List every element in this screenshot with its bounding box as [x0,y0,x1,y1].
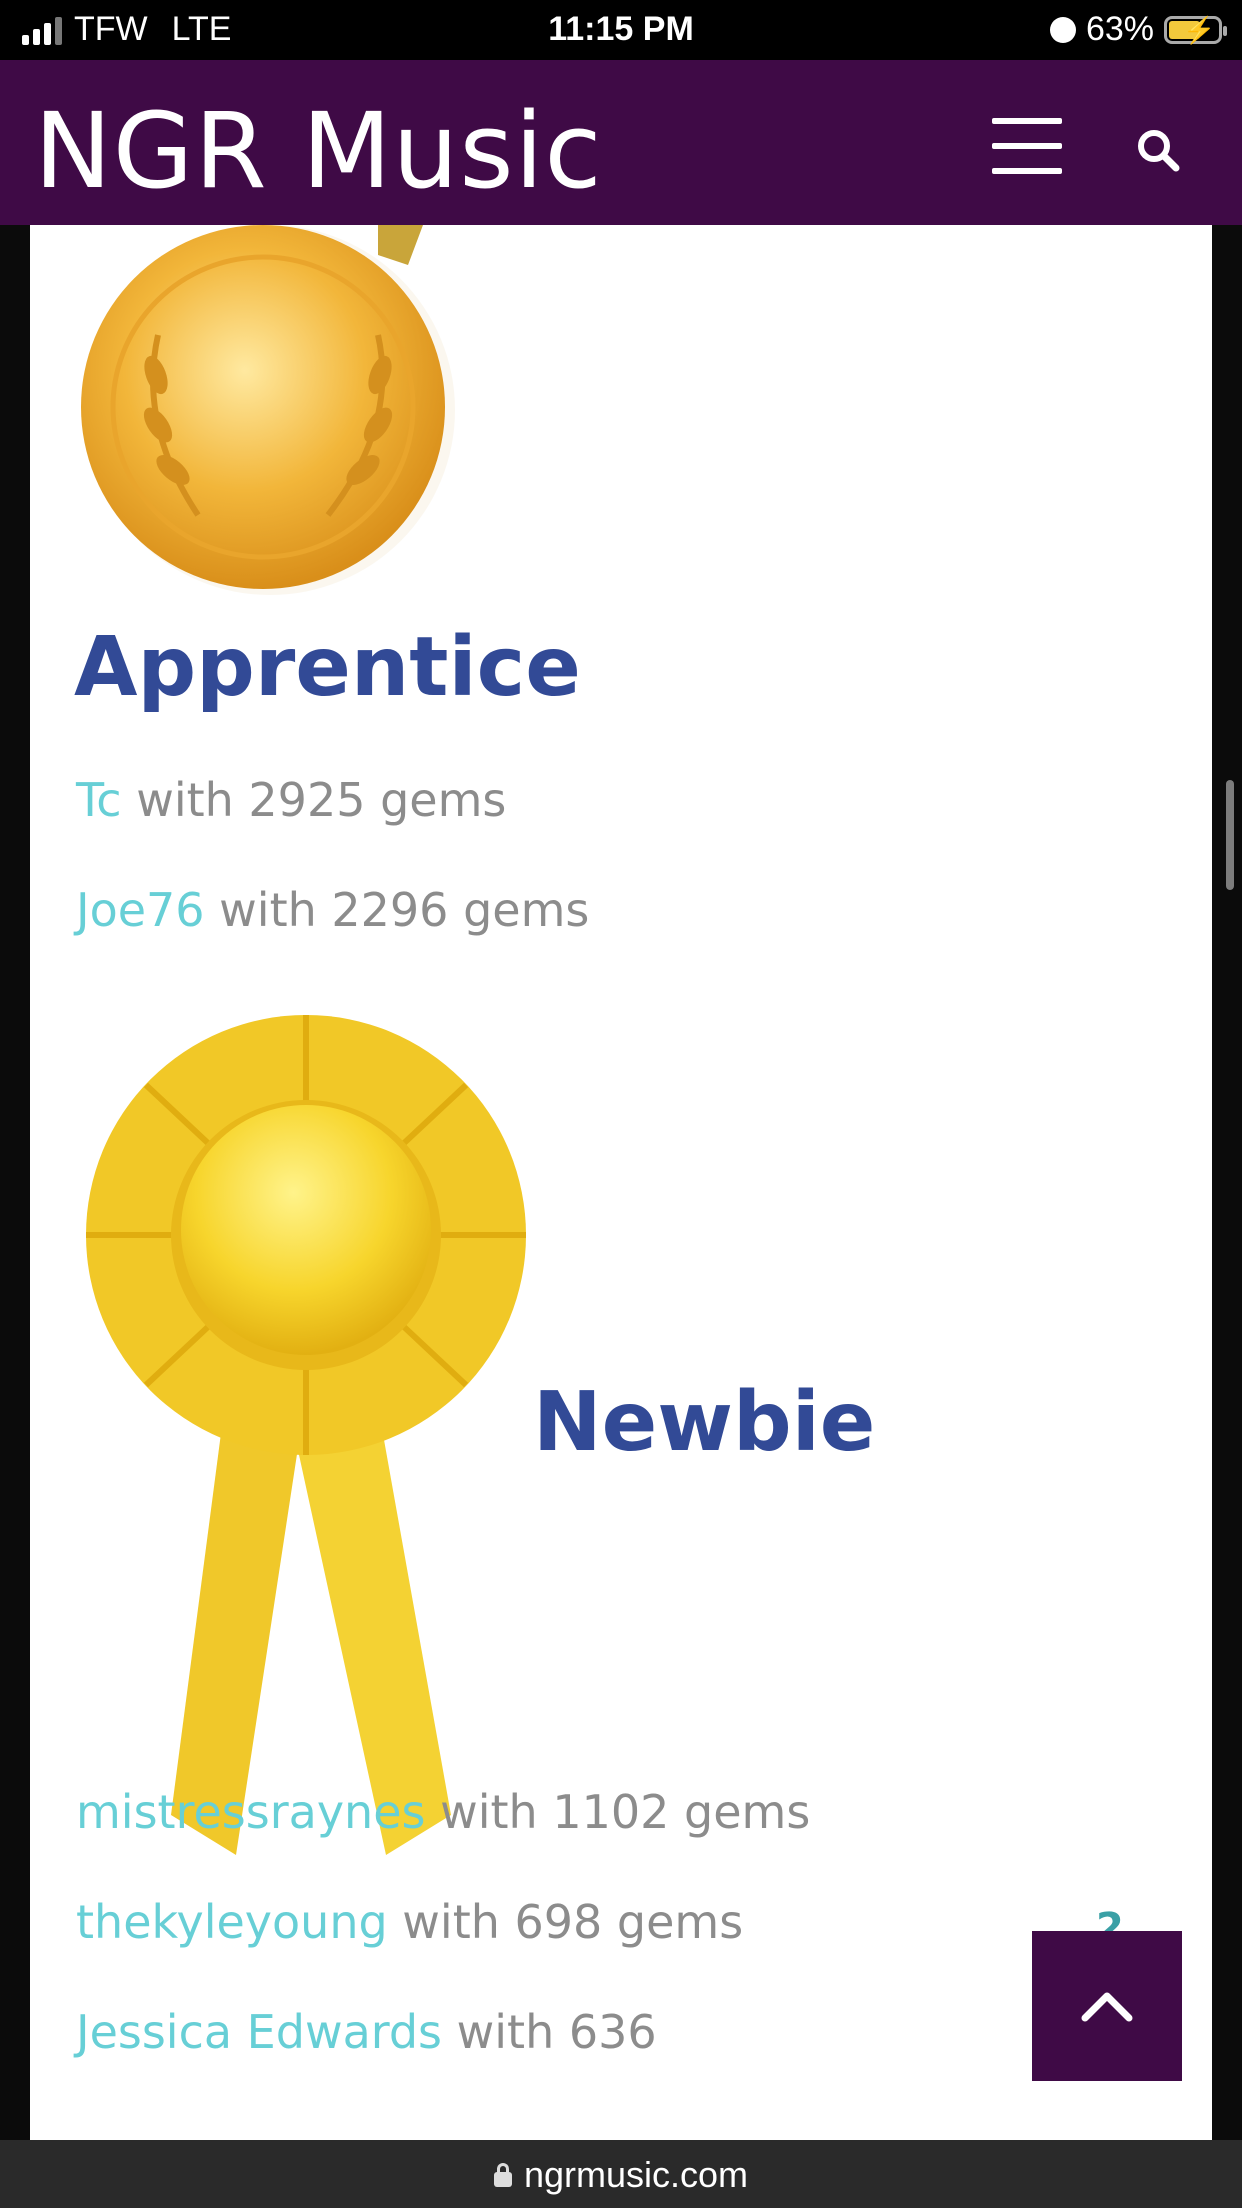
gem-count-text: with 2296 gems [204,883,590,937]
browser-url-bar[interactable]: ngrmusic.com [0,2140,1242,2208]
gem-count-text: with 636 [442,2005,657,2059]
leaderboard-entry: Tc with 2925 gems [76,773,506,827]
rank-heading-apprentice: Apprentice [74,620,581,715]
yellow-rosette-icon [86,1015,526,1855]
gem-count-text: with 698 gems [387,1895,744,1949]
menu-icon[interactable] [992,118,1062,174]
gem-count-text: with 1102 gems [425,1785,811,1839]
leaderboard-entry: Jessica Edwards with 636 [76,2005,657,2059]
leaderboard-entry: Joe76 with 2296 gems [76,883,589,937]
username-link[interactable]: Jessica Edwards [76,2005,442,2059]
status-right: 63% ⚡ [1049,10,1227,49]
username-link[interactable]: thekyleyoung [76,1895,388,1949]
leaderboard-entry: mistressraynes with 1102 gems [76,1785,810,1839]
alarm-icon [1049,16,1076,43]
username-link[interactable]: Tc [76,773,122,827]
gold-medal-icon [81,225,455,595]
gem-count-text: with 2925 gems [121,773,507,827]
url-text: ngrmusic.com [523,2154,749,2195]
lock-icon [493,2163,512,2187]
site-title[interactable]: NGR Music [34,90,603,212]
chevron-up-icon [1081,1992,1133,2022]
leaderboard-entry: thekyleyoung with 698 gems [76,1895,743,1949]
search-icon[interactable] [1134,126,1182,174]
battery-percent: 63% [1085,10,1154,48]
status-bar: TFW LTE 11:15 PM 63% ⚡ [0,0,1242,60]
username-link[interactable]: mistressraynes [76,1785,425,1839]
rank-heading-newbie: Newbie [533,1375,876,1470]
leaderboard-content: Apprentice Tc with 2925 gems Joe76 with … [30,225,1212,2140]
site-header: NGR Music [0,60,1242,225]
scroll-indicator[interactable] [1226,780,1234,890]
scroll-to-top-button[interactable] [1032,1931,1182,2081]
battery-icon: ⚡ [1164,15,1227,45]
username-link[interactable]: Joe76 [76,883,205,937]
